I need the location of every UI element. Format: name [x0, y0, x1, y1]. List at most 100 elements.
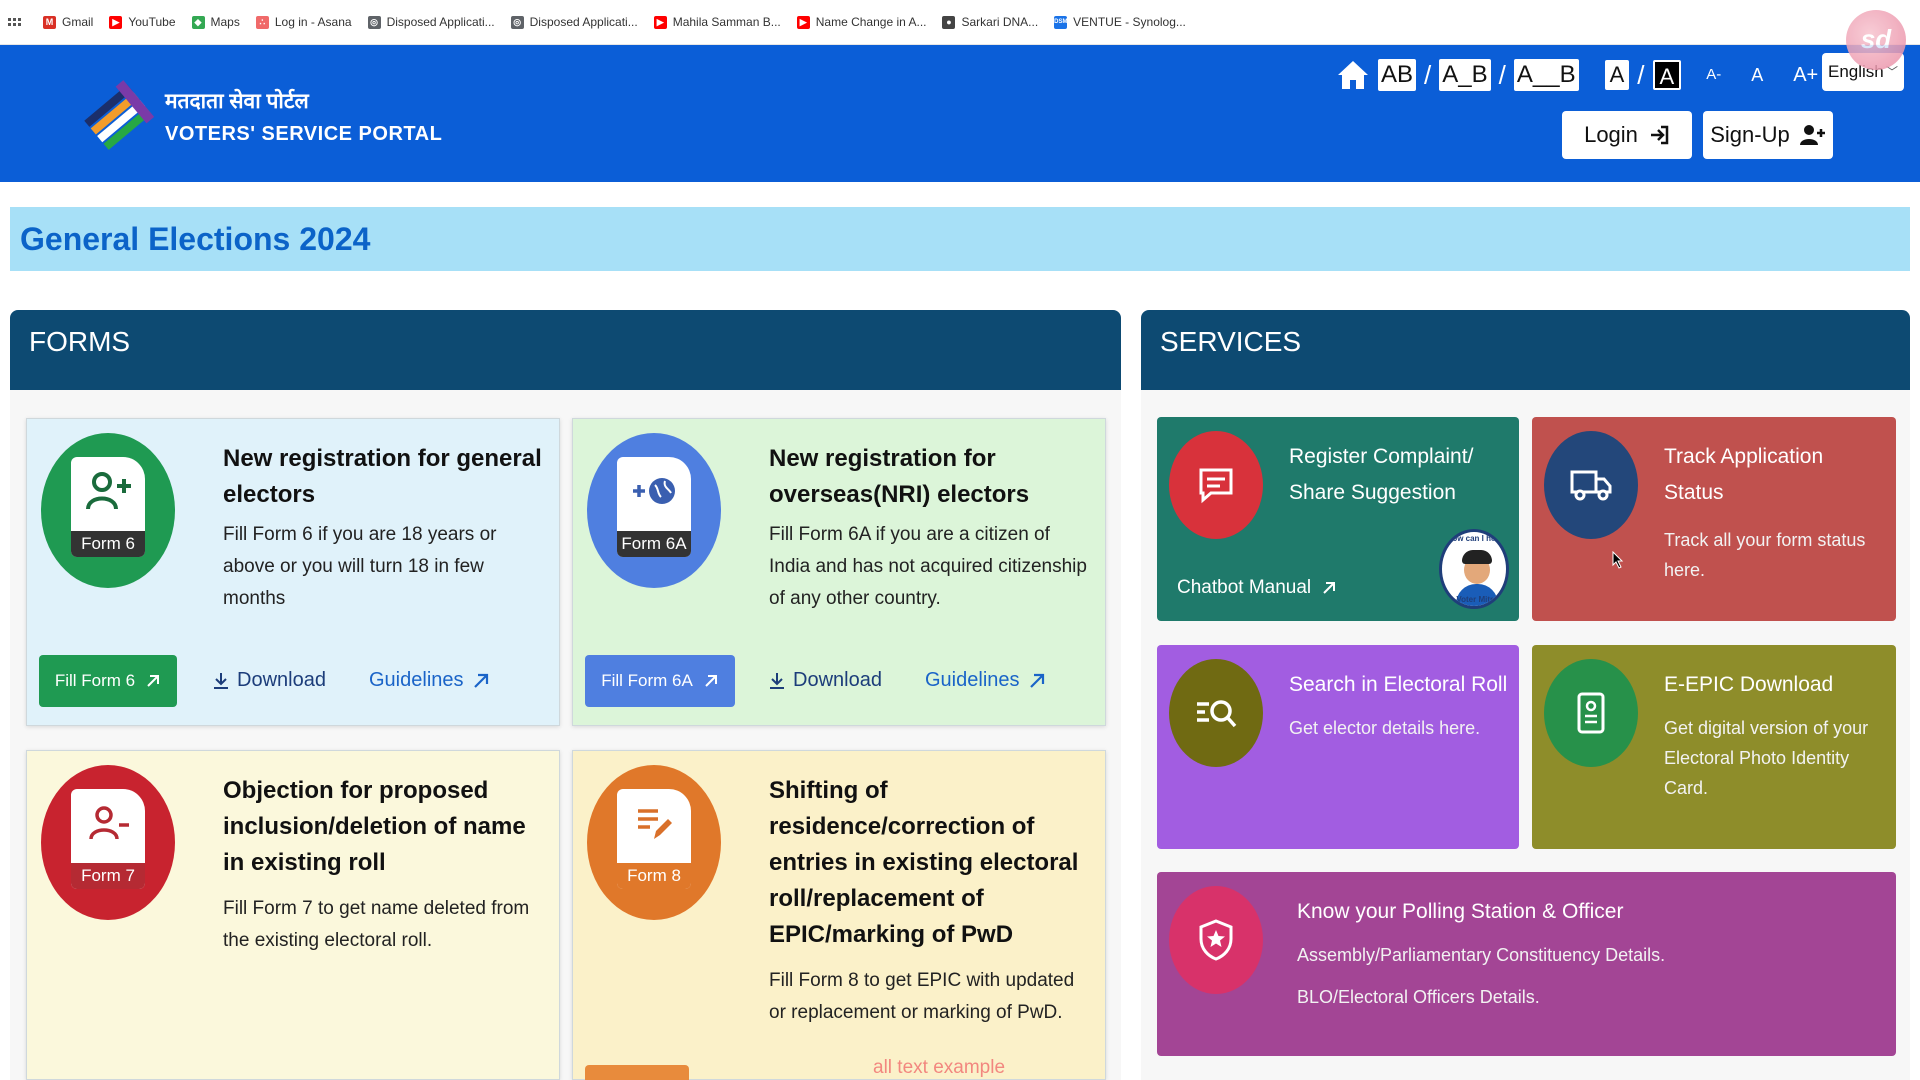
- truck-icon: [1570, 470, 1612, 501]
- apps-grid-icon[interactable]: [8, 18, 21, 26]
- home-icon[interactable]: [1336, 58, 1370, 92]
- fill-form6a-label: Fill Form 6A: [601, 671, 693, 690]
- font-increase-button[interactable]: A+: [1788, 60, 1823, 90]
- login-label: Login: [1584, 122, 1638, 147]
- bookmark-item[interactable]: ▶ Name Change in A...: [796, 15, 926, 29]
- external-arrow-icon: [473, 673, 488, 688]
- brand-hindi-title: मतदाता सेवा पोर्टल: [165, 90, 309, 113]
- bookmark-label: Mahila Samman B...: [672, 15, 781, 29]
- form6a-badge: Form 6A: [587, 433, 721, 588]
- bookmark-item[interactable]: ◎ Disposed Applicati...: [367, 15, 495, 29]
- form6a-label: Form 6A: [617, 531, 691, 557]
- font-decrease-button[interactable]: A-: [1701, 60, 1726, 90]
- track-title: Track Application Status: [1664, 445, 1824, 504]
- download-icon: [770, 672, 784, 689]
- chat-message-icon: [1199, 468, 1233, 504]
- accessibility-toolbar: AB / A_B / A__B A / A A- A A+: [1336, 55, 1823, 95]
- separator: /: [1637, 59, 1645, 90]
- bookmark-item[interactable]: ∴ Log in - Asana: [255, 15, 352, 29]
- form6a-description: Fill Form 6A if you are a citizen of Ind…: [769, 524, 1087, 609]
- bookmark-label: VENTUE - Synolog...: [1073, 15, 1186, 29]
- bookmark-item[interactable]: ▶ YouTube: [109, 15, 176, 29]
- bookmark-item[interactable]: DSM VENTUE - Synolog...: [1054, 15, 1186, 29]
- youtube-icon: ▶: [109, 15, 123, 29]
- shield-star-icon: [1199, 919, 1233, 961]
- form6a-download-link[interactable]: Download: [769, 669, 882, 692]
- bookmark-label: Maps: [210, 15, 240, 29]
- elections-banner: General Elections 2024: [10, 207, 1910, 271]
- polling-line2: BLO/Electoral Officers Details.: [1297, 987, 1540, 1007]
- search-title: Search in Electoral Roll: [1289, 673, 1508, 696]
- chatbot-manual-label: Chatbot Manual: [1177, 577, 1312, 598]
- profile-avatar[interactable]: sd: [1846, 10, 1906, 70]
- forms-section-header: FORMS: [10, 310, 1121, 390]
- separator: /: [1424, 59, 1432, 90]
- form6a-title: New registration for overseas(NRI) elect…: [769, 445, 1030, 508]
- gmail-icon: M: [43, 15, 56, 29]
- login-arrow-icon: [1650, 125, 1669, 145]
- separator: /: [1498, 59, 1506, 90]
- e-epic-download-card[interactable]: E-EPIC Download Get digital version of y…: [1532, 645, 1896, 849]
- external-arrow-icon: [1029, 673, 1044, 688]
- search-icon-badge: [1169, 659, 1263, 767]
- track-application-card[interactable]: Track Application Status Track all your …: [1532, 417, 1896, 621]
- chatbot-manual-link[interactable]: Chatbot Manual: [1177, 577, 1337, 599]
- polling-station-card[interactable]: Know your Polling Station & Officer Asse…: [1157, 872, 1896, 1056]
- bookmark-label: YouTube: [128, 15, 176, 29]
- bookmark-item[interactable]: M Gmail: [43, 15, 93, 29]
- add-user-icon: [1799, 125, 1825, 145]
- form6-download-link[interactable]: Download: [213, 669, 326, 692]
- form6-card: Form 6 New registration for general elec…: [26, 418, 560, 726]
- signup-label: Sign-Up: [1710, 122, 1790, 147]
- multi-icon: ●: [942, 15, 956, 29]
- watermark-text: all text example: [873, 1057, 1006, 1078]
- form8-label: Form 8: [617, 863, 691, 889]
- bookmark-item[interactable]: ◎ Disposed Applicati...: [510, 15, 638, 29]
- login-button[interactable]: Login: [1562, 111, 1692, 159]
- banner-title: General Elections 2024: [20, 221, 371, 257]
- bookmark-label: Sarkari DNA...: [961, 15, 1039, 29]
- bookmark-item[interactable]: ● Sarkari DNA...: [942, 15, 1038, 29]
- download-icon: [214, 672, 228, 689]
- form6a-card: Form 6A New registration for overseas(NR…: [572, 418, 1106, 726]
- mascot-caption-top: How can I help?: [1446, 534, 1508, 543]
- voter-mitra-avatar[interactable]: How can I help? Voter Mitra: [1439, 529, 1509, 609]
- polling-title: Know your Polling Station & Officer: [1297, 900, 1624, 923]
- fill-form6a-button[interactable]: Fill Form 6A: [585, 655, 735, 707]
- form7-document-icon: Form 7: [71, 789, 145, 889]
- bookmarks-bar: M Gmail ▶ YouTube ◆ Maps ∴ Log in - Asana ◎ Dispo…: [0, 0, 1920, 45]
- bookmark-item[interactable]: ◆ Maps: [191, 15, 240, 29]
- download-label: Download: [793, 669, 882, 691]
- font-normal-button[interactable]: A: [1746, 60, 1768, 90]
- theme-dark-button[interactable]: A: [1652, 60, 1682, 90]
- theme-light-button[interactable]: A: [1604, 60, 1630, 90]
- form8-document-icon: Form 8: [617, 789, 691, 889]
- spacing-large-button[interactable]: A__B: [1513, 59, 1579, 91]
- eci-logo-icon[interactable]: [76, 75, 156, 155]
- services-section-header: SERVICES: [1141, 310, 1910, 390]
- spacing-normal-button[interactable]: AB: [1378, 59, 1417, 91]
- brand-english-title: VOTERS' SERVICE PORTAL: [165, 123, 443, 145]
- synology-icon: DSM: [1054, 15, 1068, 29]
- form6-guidelines-link[interactable]: Guidelines: [369, 669, 490, 692]
- site-header: मतदाता सेवा पोर्टल VOTERS' SERVICE PORTA…: [0, 45, 1920, 182]
- id-card-icon: [1577, 692, 1605, 734]
- youtube-icon: ▶: [653, 15, 667, 29]
- fill-form6-label: Fill Form 6: [54, 671, 136, 690]
- form6a-guidelines-link[interactable]: Guidelines: [925, 669, 1046, 692]
- search-electoral-roll-card[interactable]: Search in Electoral Roll Get elector det…: [1157, 645, 1519, 849]
- track-description: Track all your form status here.: [1664, 530, 1866, 580]
- spacing-medium-button[interactable]: A_B: [1439, 59, 1491, 91]
- external-arrow-icon: [1323, 582, 1336, 594]
- youtube-icon: ▶: [796, 15, 810, 29]
- signup-button[interactable]: Sign-Up: [1703, 111, 1833, 159]
- fill-form6-button[interactable]: Fill Form 6: [39, 655, 177, 707]
- remove-user-icon: [89, 806, 129, 840]
- search-list-icon: [1197, 700, 1237, 728]
- fill-form8-button[interactable]: [585, 1065, 689, 1080]
- add-globe-icon: [633, 478, 675, 504]
- bookmark-item[interactable]: ▶ Mahila Samman B...: [653, 15, 781, 29]
- forms-section-title: FORMS: [29, 326, 131, 357]
- bookmark-label: Log in - Asana: [274, 15, 352, 29]
- register-complaint-card[interactable]: Register Complaint/ Share Suggestion Cha…: [1157, 417, 1519, 621]
